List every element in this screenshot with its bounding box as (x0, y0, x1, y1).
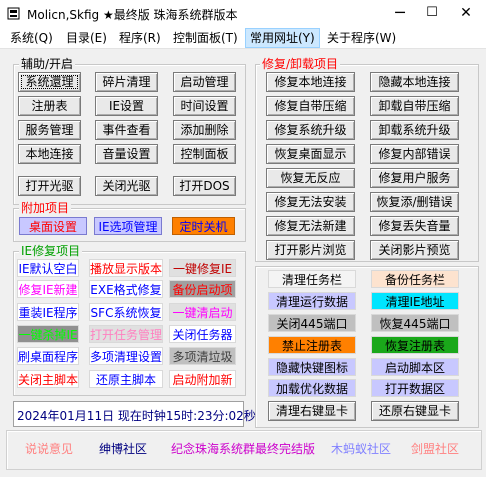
one-key-clear-startup-item[interactable]: 一键清启动 (169, 303, 236, 321)
repair-local-connection-button[interactable]: 修复本地连接 (266, 72, 355, 92)
close-task-manager-item[interactable]: 关闭任务器 (169, 325, 236, 343)
hide-shortcut-icon-item[interactable]: 隐藏快键图标 (268, 358, 356, 376)
one-key-repair-ie-item[interactable]: 一键修复IE (169, 259, 236, 277)
menu-about[interactable]: 关于程序(W) (323, 29, 400, 47)
assist-group-title: 辅助/开启 (19, 57, 76, 71)
repair-cannot-new-button[interactable]: 修复无法新建 (266, 216, 355, 236)
open-task-manager-item[interactable]: 打开任务管理 (89, 325, 163, 343)
close-main-script-item[interactable]: 关闭主脚本 (17, 370, 79, 388)
repair-group-title: 修复/卸载项目 (260, 57, 341, 71)
local-connection-button[interactable]: 本地连接 (18, 144, 81, 164)
ie-settings-button[interactable]: IE设置 (95, 96, 158, 116)
restore-desktop-display-button[interactable]: 恢复桌面显示 (266, 144, 355, 164)
extra-group-title: 附加项目 (19, 201, 72, 215)
shenbo-community-link[interactable]: 绅博社区 (99, 440, 147, 457)
window-title: Molicn,Skfig ★最终版 珠海系统群版本 (27, 8, 238, 22)
disable-registry-item[interactable]: 禁止注册表 (268, 336, 356, 354)
menu-control-panel[interactable]: 控制面板(T) (169, 29, 242, 47)
load-optimize-data-item[interactable]: 加载优化数据 (268, 379, 356, 397)
open-cdrom-button[interactable]: 打开光驱 (18, 176, 81, 196)
multi-clean-junk-item[interactable]: 多项清垃圾 (169, 347, 236, 365)
event-viewer-button[interactable]: 事件查看 (95, 120, 158, 140)
repair-internal-error-button[interactable]: 修复内部错误 (370, 144, 459, 164)
jianmeng-community-link[interactable]: 剑盟社区 (411, 440, 459, 457)
repair-user-service-button[interactable]: 修复用户服务 (370, 168, 459, 188)
clear-run-data-item[interactable]: 清理运行数据 (268, 292, 356, 310)
ie-group-title: IE修复项目 (19, 244, 83, 258)
clear-taskbar-item[interactable]: 清理任务栏 (268, 270, 356, 288)
sfc-restore-item[interactable]: SFC系统恢复 (89, 303, 163, 321)
kill-ie-item[interactable]: 一键杀掉IE (17, 325, 79, 343)
restore-registry-item[interactable]: 恢复注册表 (371, 336, 459, 354)
clock-status-text: 2024年01月11日 现在时钟15时:23分:02秒 (17, 409, 256, 423)
menu-system[interactable]: 系统(Q) (6, 29, 57, 47)
open-video-browse-button[interactable]: 打开影片浏览 (266, 240, 355, 260)
play-version-item[interactable]: 播放显示版本 (89, 259, 163, 277)
minimize-button[interactable]: ─ (388, 0, 412, 26)
startup-manager-button[interactable]: 启动管理 (173, 72, 236, 92)
backup-taskbar-item[interactable]: 备份任务栏 (371, 270, 459, 288)
close-video-preview-button[interactable]: 关闭影片预览 (370, 240, 459, 260)
repair-ie-new-item[interactable]: 修复IE新建 (17, 280, 79, 298)
repair-cannot-install-button[interactable]: 修复无法安装 (266, 192, 355, 212)
menu-common-urls[interactable]: 常用网址(Y) (245, 28, 320, 48)
repair-builtin-zip-button[interactable]: 修复自带压缩 (266, 96, 355, 116)
zhuhai-final-version-link[interactable]: 纪念珠海系统群最终完结版 (171, 440, 315, 457)
start-addon-item[interactable]: 启动附加新 (169, 370, 236, 388)
restore-port-445-item[interactable]: 恢复445端口 (371, 314, 459, 332)
start-script-area-item[interactable]: 启动脚本区 (371, 358, 459, 376)
system-cleanup-button[interactable]: 系统還理 (18, 72, 81, 92)
repair-system-update-button[interactable]: 修复系统升级 (266, 120, 355, 140)
desktop-settings-button[interactable]: 桌面设置 (19, 217, 87, 235)
maximize-button[interactable]: ☐ (420, 0, 444, 26)
open-dos-button[interactable]: 打开DOS (173, 176, 236, 196)
close-port-445-item[interactable]: 关闭445端口 (268, 314, 356, 332)
mumayi-community-link[interactable]: 木蚂蚁社区 (331, 440, 391, 457)
registry-button[interactable]: 注册表 (18, 96, 81, 116)
hide-local-connection-button[interactable]: 隐藏本地连接 (370, 72, 459, 92)
restore-add-remove-error-button[interactable]: 恢复添/删错误 (370, 192, 459, 212)
defrag-button[interactable]: 碎片清理 (95, 72, 158, 92)
repair-lost-volume-button[interactable]: 修复丢失音量 (370, 216, 459, 236)
uninstall-system-update-button[interactable]: 卸载系统升级 (370, 120, 459, 140)
ie-options-button[interactable]: IE选项管理 (94, 217, 162, 235)
clock-status-box: 2024年01月11日 现在时钟15时:23分:02秒 (13, 401, 256, 427)
reinstall-ie-item[interactable]: 重装IE程序 (17, 303, 79, 321)
title-bar: Molicn,Skfig ★最终版 珠海系统群版本 ─ ☐ ✕ (0, 0, 486, 28)
menu-directory[interactable]: 目录(E) (62, 29, 111, 47)
app-icon (7, 7, 20, 20)
close-button[interactable]: ✕ (454, 0, 478, 26)
menu-program[interactable]: 程序(R) (115, 29, 165, 47)
close-cdrom-button[interactable]: 关闭光驱 (95, 176, 158, 196)
feedback-link[interactable]: 说说意见 (25, 440, 73, 457)
add-remove-button[interactable]: 添加删除 (173, 120, 236, 140)
services-button[interactable]: 服务管理 (18, 120, 81, 140)
clear-ie-address-item[interactable]: 清理IE地址 (371, 292, 459, 310)
open-data-area-item[interactable]: 打开数据区 (371, 379, 459, 397)
time-settings-button[interactable]: 时间设置 (173, 96, 236, 116)
volume-settings-button[interactable]: 音量设置 (95, 144, 158, 164)
menu-bar: 系统(Q) 目录(E) 程序(R) 控制面板(T) 常用网址(Y) 关于程序(W… (0, 28, 486, 49)
clear-right-click-gpu-button[interactable]: 清理右键显卡 (268, 401, 356, 421)
timed-shutdown-button[interactable]: 定时关机 (172, 217, 235, 235)
ie-default-blank-item[interactable]: IE默认空白 (17, 259, 79, 277)
restore-right-click-gpu-button[interactable]: 还原右键显卡 (371, 401, 459, 421)
backup-startup-item[interactable]: 备份启动项 (169, 280, 236, 298)
restore-unresponsive-button[interactable]: 恢复无反应 (266, 168, 355, 188)
uninstall-builtin-zip-button[interactable]: 卸载自带压缩 (370, 96, 459, 116)
control-panel-button[interactable]: 控制面板 (173, 144, 236, 164)
restore-main-script-item[interactable]: 还原主脚本 (89, 370, 163, 388)
exe-format-repair-item[interactable]: EXE格式修复 (89, 280, 163, 298)
multi-cleanup-settings-item[interactable]: 多项清理设置 (89, 347, 163, 365)
refresh-desktop-item[interactable]: 刷桌面程序 (17, 347, 79, 365)
